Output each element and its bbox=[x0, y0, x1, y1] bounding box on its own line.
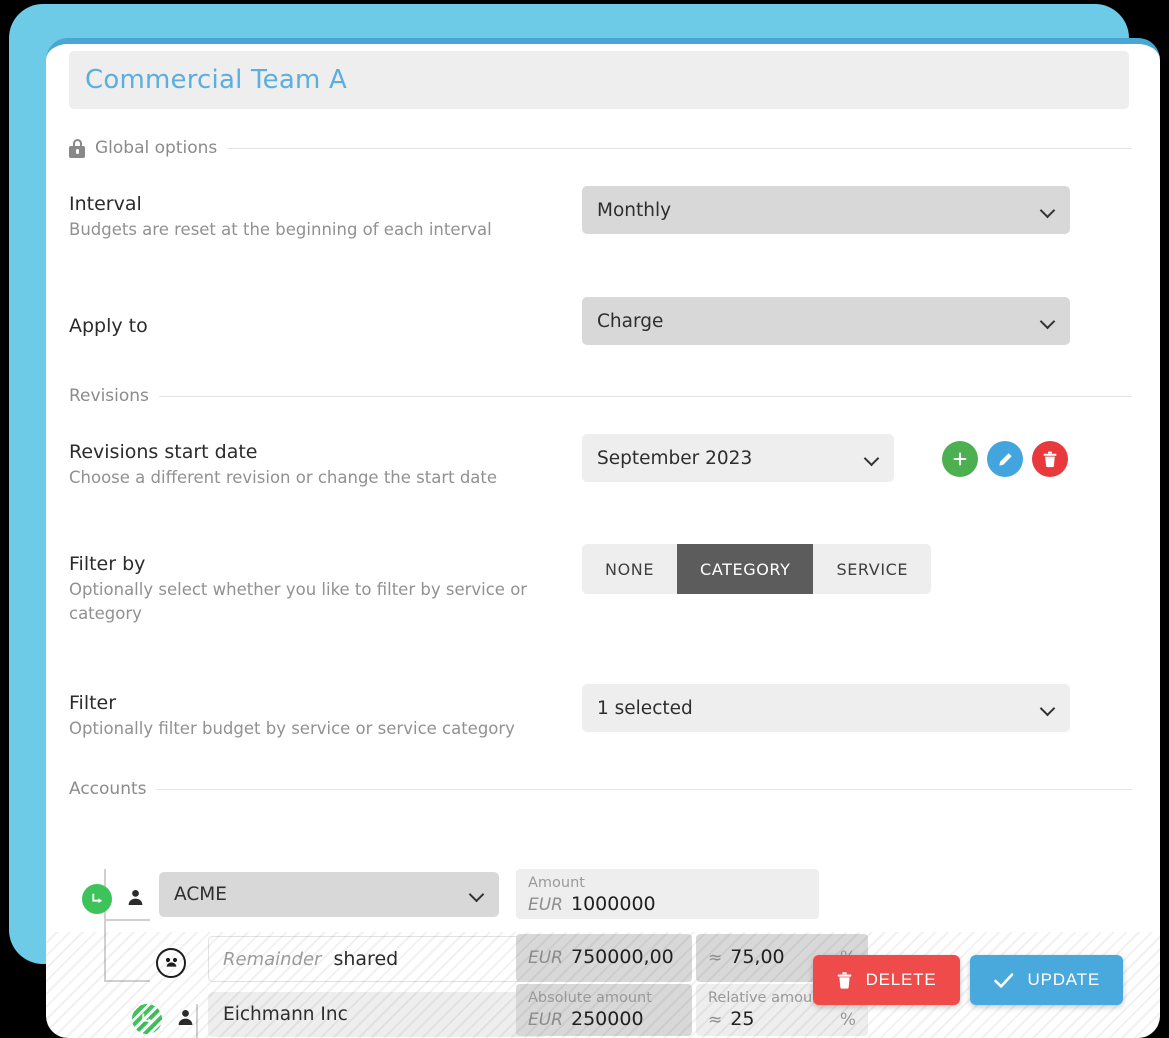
approx-symbol: ≈ bbox=[708, 1010, 723, 1030]
account-node-icon[interactable] bbox=[82, 884, 112, 914]
field-description: Optionally select whether you like to fi… bbox=[69, 580, 528, 623]
chevron-down-icon bbox=[865, 451, 880, 466]
filter-by-option-service[interactable]: SERVICE bbox=[813, 544, 931, 594]
apply-to-select[interactable]: Charge bbox=[582, 297, 1070, 345]
field-filter-by-label: Filter by Optionally select whether you … bbox=[69, 552, 549, 626]
field-title: Apply to bbox=[69, 315, 148, 337]
accounts-tree: ACME Amount EUR 1000000 Remainder shared… bbox=[46, 844, 1160, 1038]
account-node-icon[interactable] bbox=[132, 1004, 162, 1034]
remainder-select-shared[interactable]: Remainder shared bbox=[208, 936, 548, 982]
apply-to-select-value: Charge bbox=[597, 310, 664, 332]
field-title: Revisions start date bbox=[69, 441, 258, 463]
filter-select-value: 1 selected bbox=[597, 697, 693, 719]
amount-label: Absolute amount bbox=[528, 990, 652, 1006]
revisions-start-date-value: September 2023 bbox=[597, 447, 753, 469]
amount-value: 1000000 bbox=[571, 893, 656, 915]
delete-button[interactable]: DELETE bbox=[812, 955, 960, 1005]
section-divider bbox=[158, 395, 1132, 397]
account-name: shared bbox=[333, 948, 399, 970]
chevron-down-icon bbox=[1041, 203, 1056, 218]
revisions-start-date-select[interactable]: September 2023 bbox=[582, 434, 894, 482]
relative-value: 75,00 bbox=[730, 946, 785, 968]
amount-value: 750000,00 bbox=[571, 946, 674, 968]
absolute-amount-field-eichmann[interactable]: Absolute amount EUR 250000 bbox=[516, 984, 692, 1036]
plus-icon bbox=[953, 452, 967, 466]
relative-value: 25 bbox=[730, 1008, 755, 1030]
enter-arrow-icon bbox=[141, 1012, 152, 1023]
remainder-placeholder: Remainder bbox=[223, 948, 322, 970]
shared-group-icon[interactable] bbox=[156, 948, 186, 978]
edit-revision-button[interactable] bbox=[987, 441, 1023, 477]
amount-field-acme[interactable]: Amount EUR 1000000 bbox=[516, 869, 819, 919]
field-title: Filter by bbox=[69, 553, 146, 575]
section-label: Accounts bbox=[69, 779, 147, 799]
chevron-down-icon bbox=[1041, 701, 1056, 716]
field-apply-to-label: Apply to bbox=[69, 314, 549, 339]
filter-by-option-none[interactable]: NONE bbox=[582, 544, 677, 594]
currency-label: EUR bbox=[528, 1010, 563, 1030]
account-name: ACME bbox=[174, 884, 227, 905]
trash-icon bbox=[837, 971, 851, 989]
field-filter-label: Filter Optionally filter budget by servi… bbox=[69, 691, 549, 741]
field-title: Filter bbox=[69, 692, 117, 714]
section-header-global-options: Global options bbox=[69, 138, 1132, 158]
filter-by-option-category[interactable]: CATEGORY bbox=[677, 544, 814, 594]
delete-revision-button[interactable] bbox=[1032, 441, 1068, 477]
add-revision-button[interactable] bbox=[942, 441, 978, 477]
action-bar: DELETE UPDATE bbox=[812, 955, 1123, 1005]
section-header-revisions: Revisions bbox=[69, 386, 1132, 406]
pencil-icon bbox=[998, 452, 1012, 466]
account-select-acme[interactable]: ACME bbox=[159, 872, 499, 917]
delete-button-label: DELETE bbox=[865, 970, 937, 989]
field-description: Choose a different revision or change th… bbox=[69, 468, 498, 487]
amount-label: Amount bbox=[528, 875, 585, 891]
currency-label: EUR bbox=[528, 895, 563, 915]
section-label: Global options bbox=[95, 138, 218, 158]
filter-select[interactable]: 1 selected bbox=[582, 684, 1070, 732]
page-title: Commercial Team A bbox=[85, 65, 347, 95]
chevron-down-icon bbox=[1041, 314, 1056, 329]
update-button-label: UPDATE bbox=[1027, 970, 1100, 989]
card-title-bar: Commercial Team A bbox=[69, 51, 1129, 109]
account-select-eichmann[interactable]: Eichmann Inc bbox=[208, 992, 548, 1037]
check-icon bbox=[993, 972, 1013, 988]
amount-value: 250000 bbox=[571, 1008, 644, 1030]
section-header-accounts: Accounts bbox=[69, 779, 1132, 799]
approx-symbol: ≈ bbox=[708, 948, 723, 968]
field-title: Interval bbox=[69, 193, 142, 215]
section-label: Revisions bbox=[69, 386, 149, 406]
update-button[interactable]: UPDATE bbox=[969, 955, 1123, 1005]
field-revisions-start-date-label: Revisions start date Choose a different … bbox=[69, 440, 549, 490]
account-name: Eichmann Inc bbox=[223, 1004, 348, 1025]
percent-symbol: % bbox=[839, 1010, 856, 1030]
interval-select[interactable]: Monthly bbox=[582, 186, 1070, 234]
lock-icon bbox=[69, 138, 85, 158]
section-divider bbox=[156, 788, 1132, 790]
absolute-amount-field-shared[interactable]: EUR 750000,00 bbox=[516, 934, 692, 982]
person-icon bbox=[126, 888, 145, 911]
filter-by-toggle-group[interactable]: NONE CATEGORY SERVICE bbox=[582, 544, 932, 594]
field-description: Optionally filter budget by service or s… bbox=[69, 719, 515, 738]
section-divider bbox=[227, 147, 1132, 149]
currency-label: EUR bbox=[528, 948, 563, 968]
person-icon bbox=[176, 1008, 195, 1031]
trash-icon bbox=[1043, 451, 1057, 467]
field-description: Budgets are reset at the beginning of ea… bbox=[69, 220, 492, 239]
interval-select-value: Monthly bbox=[597, 199, 672, 221]
enter-arrow-icon bbox=[91, 892, 102, 903]
settings-card: Commercial Team A Global options Interva… bbox=[46, 38, 1160, 1038]
chevron-down-icon bbox=[470, 887, 485, 902]
field-interval-label: Interval Budgets are reset at the beginn… bbox=[69, 192, 549, 242]
